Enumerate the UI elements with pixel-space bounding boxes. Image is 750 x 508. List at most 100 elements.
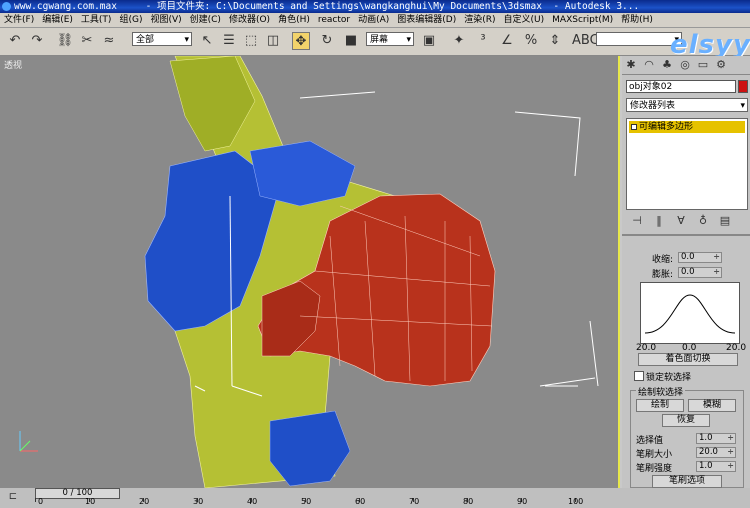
tick-label: 0 <box>38 497 44 506</box>
menu-file[interactable]: 文件(F) <box>0 13 38 27</box>
blur-button[interactable]: 模糊 <box>688 399 736 412</box>
shrink-spinner[interactable]: 0.0 <box>678 252 722 263</box>
stack-item-editable-poly[interactable]: 可编辑多边形 <box>629 121 745 133</box>
falloff-curve <box>644 294 736 334</box>
unlink-icon[interactable]: ✂ <box>78 32 96 50</box>
tick-label: 70 <box>409 497 420 506</box>
redo-icon[interactable]: ↷ <box>28 32 46 50</box>
snap-toggle-icon[interactable]: ³ <box>474 32 492 50</box>
object-color-swatch[interactable] <box>738 80 748 93</box>
paint-soft-selection-title: 绘制软选择 <box>636 385 686 398</box>
shaded-face-toggle-button[interactable]: 着色面切换 <box>638 353 738 366</box>
object-name-field[interactable]: obj对象02 <box>626 80 736 93</box>
rectangular-selection-icon[interactable]: ⬚ <box>242 32 260 50</box>
title-project: - 项目文件夹: C:\Documents and Settings\wangk… <box>145 1 542 12</box>
select-by-name-icon[interactable]: ☰ <box>220 32 238 50</box>
menu-character[interactable]: 角色(H) <box>274 13 314 27</box>
track-bar-toggle-icon[interactable]: ⊏ <box>6 490 20 504</box>
menu-graph-editors[interactable]: 图表编辑器(D) <box>393 13 460 27</box>
lock-soft-selection-checkbox[interactable] <box>634 371 644 381</box>
menu-help[interactable]: 帮助(H) <box>617 13 657 27</box>
lock-soft-selection-label: 锁定软选择 <box>646 373 692 383</box>
select-object-icon[interactable]: ↖ <box>198 32 216 50</box>
tick-label: 90 <box>517 497 528 506</box>
hip-armor-mesh <box>269 410 351 487</box>
scale-icon[interactable]: ■ <box>342 32 360 50</box>
menu-modifiers[interactable]: 修改器(O) <box>225 13 274 27</box>
motion-tab-icon[interactable]: ◎ <box>677 58 693 72</box>
main-toolbar: ↶ ↷ ⛓ ✂ ≈ 全部 ↖ ☰ ⬚ ◫ ✥ ↻ ■ 屏幕 ▣ ✦ ³ ∠ % … <box>0 28 750 60</box>
angle-snap-icon[interactable]: ∠ <box>498 32 516 50</box>
command-panel-tabs: ✱ ◠ ♣ ◎ ▭ ⚙ <box>622 56 750 75</box>
menu-group[interactable]: 组(G) <box>115 13 146 27</box>
menu-tools[interactable]: 工具(T) <box>77 13 116 27</box>
shrink-label: 收缩: <box>652 255 674 265</box>
modifier-list-dropdown[interactable]: 修改器列表 <box>626 98 748 113</box>
menu-bar: 文件(F) 编辑(E) 工具(T) 组(G) 视图(V) 创建(C) 修改器(O) 角色(H)… <box>0 13 750 28</box>
rotate-icon[interactable]: ↻ <box>318 32 336 50</box>
tick-label: 60 <box>355 497 366 506</box>
pinch-label: 膨胀: <box>652 270 674 280</box>
brush-size-spinner[interactable]: 20.0 <box>696 447 736 458</box>
menu-edit[interactable]: 编辑(E) <box>38 13 77 27</box>
undo-icon[interactable]: ↶ <box>6 32 24 50</box>
spinner-snap-icon[interactable]: ⇕ <box>546 32 564 50</box>
display-tab-icon[interactable]: ▭ <box>695 58 711 72</box>
revert-button[interactable]: 恢复 <box>662 414 710 427</box>
tick-label: 100 <box>568 497 584 506</box>
utilities-tab-icon[interactable]: ⚙ <box>713 58 729 72</box>
window-crossing-icon[interactable]: ◫ <box>264 32 282 50</box>
percent-snap-icon[interactable]: % <box>522 32 540 50</box>
select-manipulate-icon[interactable]: ✦ <box>450 32 468 50</box>
reference-coord-dropdown[interactable]: 屏幕 <box>366 32 414 47</box>
modifier-stack: 可编辑多边形 <box>626 118 748 210</box>
curve-min-label: 20.0 <box>636 343 657 353</box>
menu-reactor[interactable]: reactor <box>314 13 354 27</box>
modify-tab-icon[interactable]: ◠ <box>641 58 657 72</box>
move-icon[interactable]: ✥ <box>292 32 310 50</box>
select-value-label: 选择值 <box>636 436 664 446</box>
title-bar: www.cgwang.com.max - 项目文件夹: C:\Documents… <box>0 0 750 13</box>
brush-strength-spinner[interactable]: 1.0 <box>696 461 736 472</box>
link-icon[interactable]: ⛓ <box>56 32 74 50</box>
curve-max-label: 20.0 <box>726 343 747 353</box>
brush-size-label: 笔刷大小 <box>636 450 673 460</box>
menu-create[interactable]: 创建(C) <box>186 13 225 27</box>
menu-animation[interactable]: 动画(A) <box>354 13 393 27</box>
shoulder-armor-mesh <box>249 140 356 207</box>
tick-label: 30 <box>193 497 204 506</box>
pinch-spinner[interactable]: 0.0 <box>678 267 722 278</box>
menu-rendering[interactable]: 渲染(R) <box>460 13 499 27</box>
tick-label: 40 <box>247 497 258 506</box>
make-unique-icon[interactable]: ∀ <box>670 214 692 227</box>
title-app: - Autodesk 3... <box>553 1 640 12</box>
pivot-center-icon[interactable]: ▣ <box>420 32 438 50</box>
menu-maxscript[interactable]: MAXScript(M) <box>548 13 617 27</box>
tick-label: 50 <box>301 497 312 506</box>
hierarchy-tab-icon[interactable]: ♣ <box>659 58 675 72</box>
show-end-result-icon[interactable]: ‖ <box>648 214 670 227</box>
axis-tripod <box>19 431 38 452</box>
tick-label: 20 <box>139 497 150 506</box>
selection-filter-dropdown[interactable]: 全部 <box>132 32 192 47</box>
named-selection-icon[interactable]: ABC <box>572 32 599 50</box>
menu-views[interactable]: 视图(V) <box>146 13 185 27</box>
tick-label: 10 <box>85 497 96 506</box>
perspective-viewport[interactable]: 透视 <box>0 56 620 488</box>
menu-customize[interactable]: 自定义(U) <box>500 13 549 27</box>
brush-strength-label: 笔刷强度 <box>636 464 673 474</box>
bind-spacewarp-icon[interactable]: ≈ <box>100 32 118 50</box>
tick-label: 80 <box>463 497 474 506</box>
remove-modifier-icon[interactable]: ♁ <box>692 214 714 227</box>
paint-button[interactable]: 绘制 <box>636 399 684 412</box>
select-value-spinner[interactable]: 1.0 <box>696 433 736 444</box>
create-tab-icon[interactable]: ✱ <box>623 58 639 72</box>
curve-mid-label: 0.0 <box>682 343 697 353</box>
command-panel: ✱◠♣◎▭⚙ obj对象02 修改器列表 可编辑多边形 ⊣‖∀♁▤ 收缩: 0.… <box>622 56 750 488</box>
configure-sets-icon[interactable]: ▤ <box>714 214 736 227</box>
timeline-ruler[interactable]: 0 10 20 30 40 50 60 70 80 90 100 <box>35 497 595 508</box>
app-icon[interactable] <box>2 2 11 11</box>
pin-stack-icon[interactable]: ⊣ <box>626 214 648 227</box>
brush-options-button[interactable]: 笔刷选项 <box>652 475 722 488</box>
falloff-curve-graph <box>640 282 740 344</box>
